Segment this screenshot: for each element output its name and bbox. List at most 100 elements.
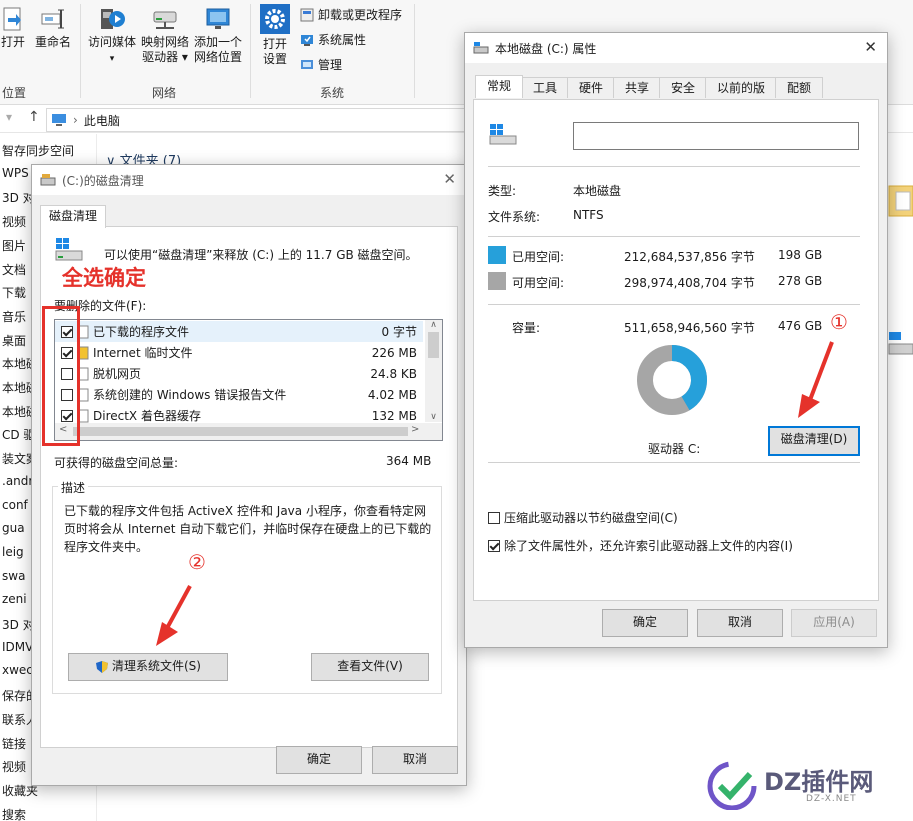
nav-item[interactable]: IDMV	[2, 640, 33, 654]
nav-item[interactable]: swa	[2, 569, 25, 583]
hscroll-thumb[interactable]	[73, 427, 408, 436]
uninstall-button[interactable]: 卸载或更改程序	[300, 6, 402, 23]
tab-2[interactable]: 硬件	[567, 77, 615, 98]
nav-item[interactable]: xwec	[2, 663, 33, 677]
nav-item[interactable]: 视频	[2, 213, 26, 230]
tab-0[interactable]: 常规	[475, 75, 523, 98]
file-name: 已下载的程序文件	[93, 325, 190, 339]
index-checkbox[interactable]	[488, 539, 500, 552]
props-apply-button[interactable]: 应用(A)	[791, 609, 877, 637]
nav-item[interactable]: WPS	[2, 166, 29, 180]
nav-item[interactable]: leig	[2, 545, 24, 559]
separator	[488, 304, 860, 305]
disk-cleanup-button[interactable]: 磁盘清理(D)	[768, 426, 860, 456]
nav-item[interactable]: 视频	[2, 758, 26, 775]
ok-label: 确定	[306, 752, 331, 766]
system-properties-button[interactable]: 系统属性	[300, 31, 366, 48]
ribbon-divider	[414, 4, 415, 98]
file-name: 脱机网页	[93, 367, 142, 381]
view-files-button[interactable]: 查看文件(V)	[311, 653, 429, 681]
used-color-swatch	[488, 246, 506, 264]
windows-drive-icon	[55, 238, 83, 261]
capacity-bytes: 511,658,946,560 字节	[624, 321, 755, 335]
rename-button[interactable]: 重命名	[32, 6, 74, 50]
tab-1[interactable]: 工具	[521, 77, 569, 98]
back-arrow-icon[interactable]: ▾	[6, 110, 12, 124]
computer-icon	[52, 114, 66, 126]
index-option[interactable]: 除了文件属性外，还允许索引此驱动器上文件的内容(I)	[488, 537, 793, 554]
vertical-scrollbar[interactable]: ∧ ∨	[425, 320, 442, 422]
drive-icon[interactable]	[886, 330, 913, 360]
description-group-label: 描述	[58, 479, 89, 496]
tab-4[interactable]: 安全	[659, 77, 707, 98]
props-ok-button[interactable]: 确定	[602, 609, 688, 637]
compress-option[interactable]: 压缩此驱动器以节约磁盘空间(C)	[488, 509, 678, 526]
cleanup-drive-icon	[40, 174, 56, 186]
tab-3[interactable]: 共享	[613, 77, 661, 98]
used-gb: 198 GB	[778, 248, 823, 262]
drive-label-input[interactable]	[573, 122, 859, 150]
uac-shield-icon	[96, 660, 108, 673]
cancel-label: 取消	[727, 615, 752, 629]
open-settings-button[interactable]: 打开 设置	[256, 4, 294, 67]
used-label: 已用空间:	[512, 250, 565, 264]
tab-6[interactable]: 配额	[775, 77, 823, 98]
separator	[488, 236, 860, 237]
nav-item[interactable]: .andr	[2, 474, 33, 488]
cleanup-intro-text: 可以使用“磁盘清理”来释放 (C:) 上的 11.7 GB 磁盘空间。	[104, 248, 418, 262]
cleanup-cancel-button[interactable]: 取消	[372, 746, 458, 774]
nav-item[interactable]: 链接	[2, 735, 26, 752]
props-cancel-button[interactable]: 取消	[697, 609, 783, 637]
nav-item[interactable]: 智存同步空间	[2, 142, 74, 159]
clean-system-files-button[interactable]: 清理系统文件(S)	[68, 653, 228, 681]
tab-disk-cleanup[interactable]: 磁盘清理	[40, 205, 107, 228]
file-row[interactable]: 系统创建的 Windows 错误报告文件 4.02 MB	[55, 384, 423, 405]
nav-item[interactable]: 文档	[2, 261, 26, 278]
scroll-thumb[interactable]	[428, 332, 439, 358]
network-drive-icon	[153, 11, 177, 29]
tab-5[interactable]: 以前的版本	[705, 77, 777, 115]
nav-item[interactable]: 3D 对	[2, 616, 35, 633]
file-size: 24.8 KB	[370, 366, 417, 381]
nav-item[interactable]: 搜索	[2, 806, 26, 821]
file-row[interactable]: 脱机网页 24.8 KB	[55, 363, 423, 384]
map-drive-button[interactable]: 映射网络 驱动器 ▾	[140, 6, 190, 65]
nav-item[interactable]: 音乐	[2, 308, 26, 325]
access-media-button[interactable]: 访问媒体 ▾	[86, 6, 138, 67]
file-row[interactable]: Internet 临时文件 226 MB	[55, 342, 423, 363]
cleanup-ok-button[interactable]: 确定	[276, 746, 362, 774]
file-row[interactable]: 已下载的程序文件 0 字节	[55, 321, 423, 342]
nav-item[interactable]: 桌面	[2, 332, 26, 349]
add-network-location-button[interactable]: 添加一个 网络位置	[192, 6, 244, 65]
description-text: 已下载的程序文件包括 ActiveX 控件和 Java 小程序，你查看特定网页时…	[64, 504, 432, 554]
nav-item[interactable]: conf	[2, 498, 28, 512]
nav-item[interactable]: zeni	[2, 592, 27, 606]
address-path: 此电脑	[83, 113, 120, 128]
open-settings-label-1: 打开	[262, 37, 287, 51]
nav-item[interactable]: 下载	[2, 284, 26, 301]
cancel-label: 取消	[402, 752, 427, 766]
annotation-step-2: ②	[188, 550, 206, 574]
address-path-box[interactable]: › 此电脑	[46, 108, 472, 132]
files-list[interactable]: ∧ ∨ < > 已下载的程序文件 0 字节 Internet 临时文件 226 MB 脱…	[54, 319, 443, 441]
close-icon[interactable]: ✕	[443, 170, 456, 188]
compress-checkbox[interactable]	[488, 511, 500, 524]
scroll-up-icon[interactable]: ∧	[425, 320, 442, 330]
scroll-down-icon[interactable]: ∨	[425, 412, 442, 422]
open-button[interactable]: 打开	[0, 6, 26, 50]
file-row[interactable]: DirectX 着色器缓存 132 MB	[55, 405, 423, 426]
brand-url: DZ-X.NET	[806, 794, 857, 804]
view-files-label: 查看文件(V)	[337, 659, 403, 673]
type-label: 类型:	[488, 184, 517, 198]
total-space-value: 364 MB	[386, 454, 432, 468]
nav-item[interactable]: gua	[2, 521, 25, 535]
cleanup-title: (C:)的磁盘清理	[62, 173, 144, 188]
folder-icon[interactable]	[886, 180, 913, 218]
file-name: DirectX 着色器缓存	[93, 409, 201, 423]
nav-item[interactable]: 图片	[2, 237, 26, 254]
fs-label: 文件系统:	[488, 210, 541, 224]
index-label: 除了文件属性外，还允许索引此驱动器上文件的内容(I)	[504, 539, 793, 553]
up-arrow-icon[interactable]: ↑	[28, 109, 40, 125]
nav-item[interactable]: 3D 对	[2, 189, 35, 206]
manage-button[interactable]: 管理	[300, 56, 342, 73]
